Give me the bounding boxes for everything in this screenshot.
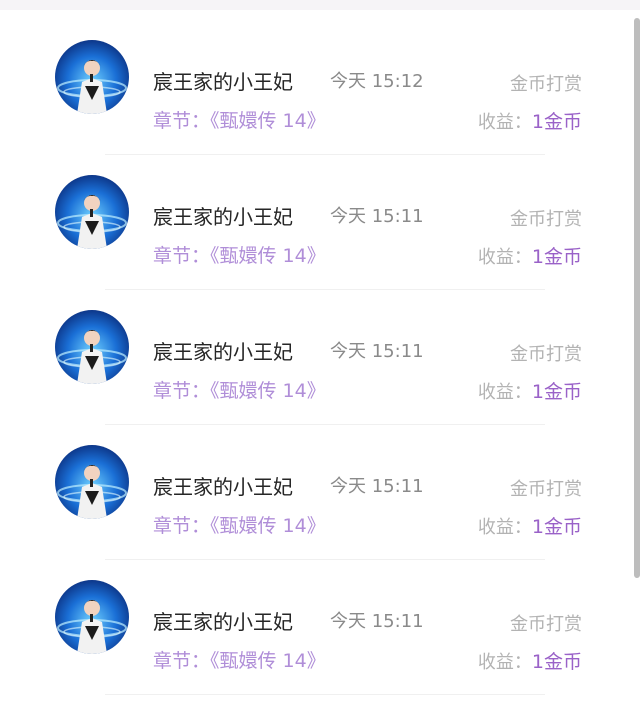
list-item[interactable]: 宸王家的小王妃 今天 15:11 金币打赏 章节：《甄嬛传 14》 收益：1金币	[0, 290, 634, 425]
top-bar	[0, 0, 640, 10]
chapter-label: 章节：	[153, 110, 211, 132]
timestamp: 今天 15:12	[330, 71, 424, 92]
earnings-label: 收益：	[477, 112, 532, 133]
earnings-value: 1金币	[531, 381, 582, 403]
chapter-label: 章节：	[153, 650, 211, 672]
reward-type: 金币打赏	[510, 614, 582, 635]
chapter-info[interactable]: 章节：《甄嬛传 14》	[153, 511, 326, 538]
reward-type: 金币打赏	[510, 479, 582, 500]
earnings: 收益：1金币	[478, 647, 582, 674]
username: 宸王家的小王妃	[153, 205, 293, 229]
chapter-title: 《甄嬛传 14》	[210, 650, 326, 672]
scrollbar-thumb[interactable]	[634, 18, 640, 578]
list-item[interactable]: 宸王家的小王妃 今天 15:11 金币打赏 章节：《甄嬛传 14》 收益：1金币	[0, 155, 634, 290]
timestamp: 今天 15:11	[330, 476, 424, 497]
earnings-label: 收益：	[477, 652, 532, 673]
earnings-value: 1金币	[531, 651, 582, 673]
earnings-label: 收益：	[477, 247, 532, 268]
chapter-label: 章节：	[153, 380, 211, 402]
chapter-info[interactable]: 章节：《甄嬛传 14》	[153, 376, 326, 403]
earnings-value: 1金币	[531, 516, 582, 538]
list-item[interactable]: 宸王家的小王妃 今天 15:11 金币打赏 章节：《甄嬛传 14》 收益：1金币	[0, 560, 634, 695]
username: 宸王家的小王妃	[153, 475, 293, 499]
chapter-title: 《甄嬛传 14》	[210, 515, 326, 537]
earnings: 收益：1金币	[478, 242, 582, 269]
avatar[interactable]	[55, 310, 129, 384]
chapter-label: 章节：	[153, 245, 211, 267]
avatar[interactable]	[55, 445, 129, 519]
reward-type: 金币打赏	[510, 209, 582, 230]
reward-type: 金币打赏	[510, 74, 582, 95]
chapter-info[interactable]: 章节：《甄嬛传 14》	[153, 106, 326, 133]
earnings-label: 收益：	[477, 517, 532, 538]
avatar[interactable]	[55, 580, 129, 654]
earnings: 收益：1金币	[478, 377, 582, 404]
username: 宸王家的小王妃	[153, 610, 293, 634]
list-item[interactable]: 宸王家的小王妃 今天 15:11 金币打赏 章节：《甄嬛传 14》 收益：1金币	[0, 425, 634, 560]
earnings-value: 1金币	[531, 246, 582, 268]
timestamp: 今天 15:11	[330, 611, 424, 632]
chapter-title: 《甄嬛传 14》	[210, 245, 326, 267]
chapter-info[interactable]: 章节：《甄嬛传 14》	[153, 241, 326, 268]
scrollbar[interactable]	[634, 18, 640, 578]
avatar[interactable]	[55, 175, 129, 249]
chapter-title: 《甄嬛传 14》	[210, 110, 326, 132]
earnings: 收益：1金币	[478, 512, 582, 539]
chapter-info[interactable]: 章节：《甄嬛传 14》	[153, 646, 326, 673]
username: 宸王家的小王妃	[153, 340, 293, 364]
reward-type: 金币打赏	[510, 344, 582, 365]
earnings-label: 收益：	[477, 382, 532, 403]
timestamp: 今天 15:11	[330, 206, 424, 227]
earnings-value: 1金币	[531, 111, 582, 133]
divider	[105, 694, 545, 695]
timestamp: 今天 15:11	[330, 341, 424, 362]
earnings: 收益：1金币	[478, 107, 582, 134]
list-item[interactable]: 宸王家的小王妃 今天 15:12 金币打赏 章节：《甄嬛传 14》 收益：1金币	[0, 20, 634, 155]
username: 宸王家的小王妃	[153, 70, 293, 94]
chapter-label: 章节：	[153, 515, 211, 537]
chapter-title: 《甄嬛传 14》	[210, 380, 326, 402]
avatar[interactable]	[55, 40, 129, 114]
